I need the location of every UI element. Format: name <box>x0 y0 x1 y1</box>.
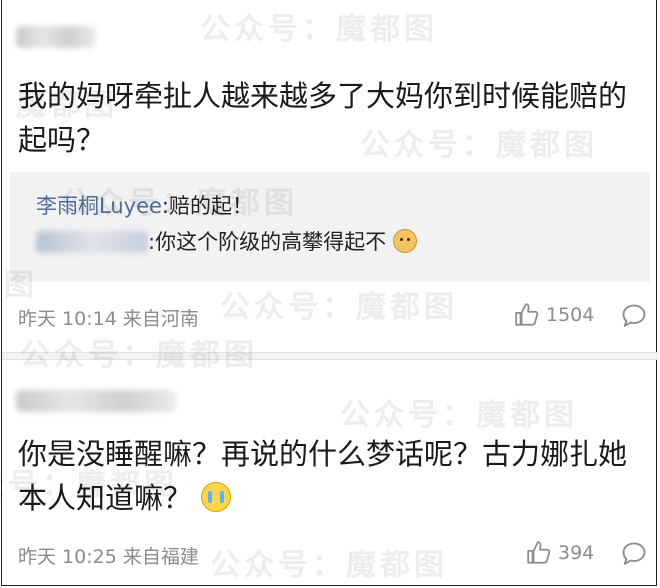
divider <box>2 352 658 360</box>
doge-emoji-icon <box>392 229 417 253</box>
reply-text: :赔的起！ <box>161 194 253 218</box>
crying-emoji-icon <box>201 482 232 512</box>
comment-text-content: 你是没睡醒嘛？再说的什么梦话呢？古力娜扎她本人知道嘛？ <box>18 437 628 515</box>
comment-bubble-icon[interactable] <box>620 302 648 330</box>
like-button[interactable]: 394 <box>526 540 594 566</box>
comment-screenshot-frame: 我的妈呀牵扯人越来越多了大妈你到时候能赔的起吗？ 李雨桐Luyee:赔的起！ :… <box>1 0 658 586</box>
like-count: 394 <box>558 542 595 564</box>
comment-meta: 昨天 10:25 来自福建 <box>18 546 199 568</box>
thumbs-up-icon <box>527 541 551 564</box>
reply-text: :你这个阶级的高攀得起不 <box>148 230 387 254</box>
thumbs-up-icon <box>515 303 539 326</box>
reply-item: 李雨桐Luyee:赔的起！ <box>36 192 253 220</box>
reply-item: :你这个阶级的高攀得起不 <box>36 228 417 256</box>
like-button[interactable]: 1504 <box>514 302 594 328</box>
reply-username[interactable]: 李雨桐Luyee <box>36 194 162 218</box>
blurred-username <box>16 390 176 412</box>
comment-card: 你是没睡醒嘛？再说的什么梦话呢？古力娜扎她本人知道嘛？ 昨天 10:25 来自福… <box>2 360 656 586</box>
comment-text: 你是没睡醒嘛？再说的什么梦话呢？古力娜扎她本人知道嘛？ <box>18 432 648 520</box>
comment-meta: 昨天 10:14 来自河南 <box>18 308 199 330</box>
blurred-username <box>16 26 96 48</box>
blurred-reply-username[interactable] <box>36 231 148 253</box>
like-count: 1504 <box>546 304 595 326</box>
reply-box: 李雨桐Luyee:赔的起！ :你这个阶级的高攀得起不 <box>10 172 650 282</box>
comment-card: 我的妈呀牵扯人越来越多了大妈你到时候能赔的起吗？ 李雨桐Luyee:赔的起！ :… <box>2 0 656 352</box>
comment-text: 我的妈呀牵扯人越来越多了大妈你到时候能赔的起吗？ <box>18 79 628 157</box>
comment-bubble-icon[interactable] <box>620 540 648 568</box>
